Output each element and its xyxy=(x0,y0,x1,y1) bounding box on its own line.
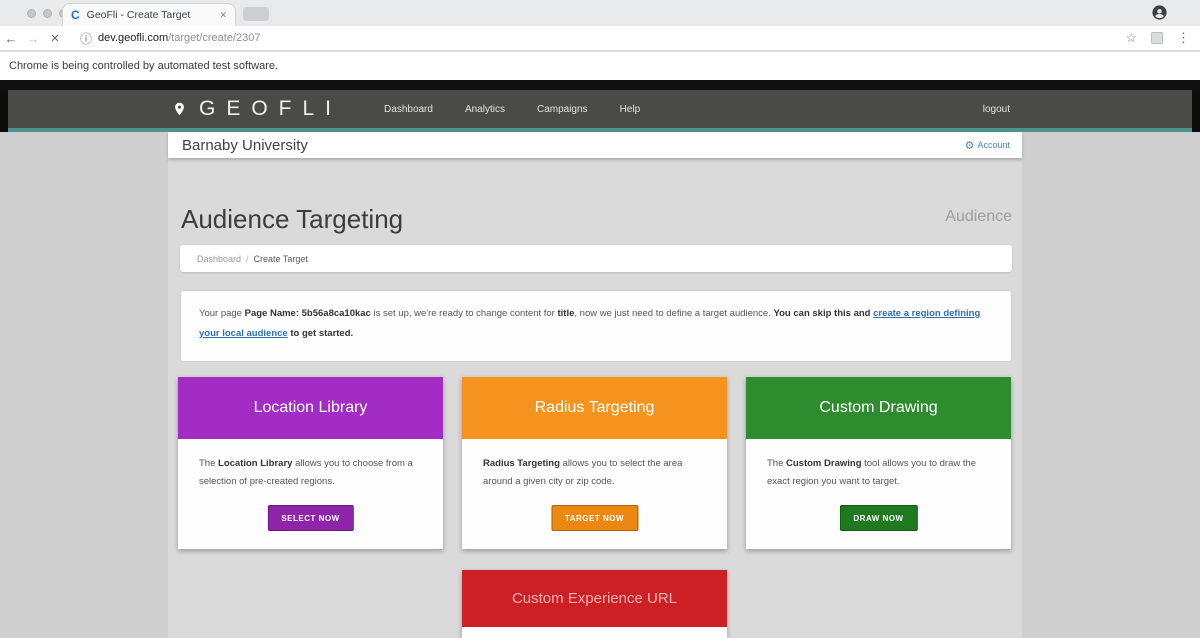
geofli-favicon-icon: C xyxy=(71,8,80,22)
gear-icon: ⚙ xyxy=(964,139,975,152)
breadcrumb-create-target: Create Target xyxy=(253,253,308,264)
card-body: The Custom Drawing tool allows you to dr… xyxy=(746,439,1011,549)
card-header: Custom Drawing xyxy=(746,377,1011,439)
target-now-button[interactable]: TARGET NOW xyxy=(550,505,639,531)
logout-link[interactable]: logout xyxy=(983,104,1010,115)
university-name: Barnaby University xyxy=(182,136,308,154)
breadcrumb-separator: / xyxy=(246,253,249,264)
url-path: /target/create/2307 xyxy=(168,32,261,44)
profile-avatar-icon[interactable] xyxy=(1151,4,1168,21)
card-header: Radius Targeting xyxy=(462,377,727,439)
card-description: Radius Targeting allows you to select th… xyxy=(483,458,683,488)
automation-banner-text: Chrome is being controlled by automated … xyxy=(9,60,279,72)
page-info-icon[interactable]: ⓘ xyxy=(80,30,92,47)
window-close-button[interactable] xyxy=(27,9,36,18)
university-bar: Barnaby University ⚙ Account xyxy=(168,132,1022,158)
account-label: Account xyxy=(977,140,1010,150)
right-edge xyxy=(1192,90,1200,132)
screen: C GeoFli - Create Target ✕ ← → ✕ ⓘ dev.g… xyxy=(0,0,1200,638)
extension-icon[interactable] xyxy=(1151,32,1163,44)
forward-icon[interactable]: → xyxy=(22,31,44,46)
breadcrumb-dashboard[interactable]: Dashboard xyxy=(197,254,241,264)
card-custom-experience-url: Custom Experience URL xyxy=(462,570,727,638)
nav-item-analytics[interactable]: Analytics xyxy=(449,104,521,115)
intro-message: Your page Page Name: 5b56a8ca10kac is se… xyxy=(180,290,1012,362)
back-icon[interactable]: ← xyxy=(0,31,22,46)
card-header: Custom Experience URL xyxy=(462,570,727,627)
automation-banner: Chrome is being controlled by automated … xyxy=(0,51,1200,80)
tab-title: GeoFli - Create Target xyxy=(86,9,191,21)
card-body: The Location Library allows you to choos… xyxy=(178,439,443,549)
geofli-logo[interactable]: GEOFLI xyxy=(172,97,342,121)
browser-toolbar: ← → ✕ ⓘ dev.geofli.com/target/create/230… xyxy=(0,26,1200,51)
select-now-button[interactable]: SELECT NOW xyxy=(267,505,354,531)
brand-name: GEOFLI xyxy=(199,97,343,120)
card-description: The Location Library allows you to choos… xyxy=(199,458,413,488)
url-host: dev.geofli.com xyxy=(98,32,169,44)
nav-item-campaigns[interactable]: Campaigns xyxy=(521,104,604,115)
nav-item-dashboard[interactable]: Dashboard xyxy=(368,104,449,115)
left-edge xyxy=(0,90,8,132)
card-description: The Custom Drawing tool allows you to dr… xyxy=(767,458,977,488)
bookmark-star-icon[interactable]: ☆ xyxy=(1125,30,1137,46)
nav-menu: Dashboard Analytics Campaigns Help xyxy=(368,104,656,115)
window-minimize-button[interactable] xyxy=(43,9,52,18)
card-header: Location Library xyxy=(178,377,443,439)
site-navbar: GEOFLI Dashboard Analytics Campaigns Hel… xyxy=(0,90,1200,128)
breadcrumb: Dashboard / Create Target xyxy=(180,245,1012,272)
browser-tab[interactable]: C GeoFli - Create Target ✕ xyxy=(62,3,236,26)
new-tab-button[interactable] xyxy=(243,7,269,21)
browser-menu-icon[interactable]: ⋮ xyxy=(1177,30,1190,46)
card-radius-targeting: Radius Targeting Radius Targeting allows… xyxy=(462,377,727,549)
card-body xyxy=(462,627,727,638)
card-custom-drawing: Custom Drawing The Custom Drawing tool a… xyxy=(746,377,1011,549)
address-bar[interactable]: dev.geofli.com/target/create/2307 xyxy=(98,32,260,44)
section-watermark: Audience xyxy=(945,208,1012,225)
nav-item-help[interactable]: Help xyxy=(604,104,657,115)
draw-now-button[interactable]: DRAW NOW xyxy=(839,505,918,531)
person-icon xyxy=(1152,5,1167,20)
card-location-library: Location Library The Location Library al… xyxy=(178,377,443,549)
browser-tab-strip: C GeoFli - Create Target ✕ xyxy=(0,0,1200,26)
map-pin-icon xyxy=(175,102,184,116)
card-body: Radius Targeting allows you to select th… xyxy=(462,439,727,549)
account-link[interactable]: ⚙ Account xyxy=(965,139,1022,152)
page-top-divider xyxy=(0,80,1200,90)
stop-icon[interactable]: ✕ xyxy=(44,32,66,45)
tab-close-icon[interactable]: ✕ xyxy=(219,10,227,21)
